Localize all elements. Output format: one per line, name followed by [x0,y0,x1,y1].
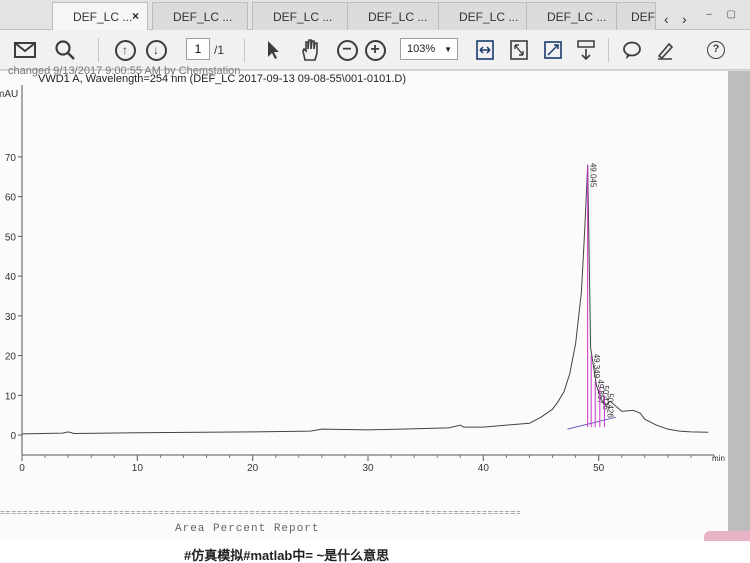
chevron-down-icon: ▼ [444,45,452,54]
tab-label: DEF_LC ... [73,10,133,24]
report-separator: ========================================… [0,508,520,517]
tab-6[interactable]: DEF_LC ... [526,2,622,30]
x-tick-label: 50 [593,463,605,474]
zoom-in-icon[interactable]: + [362,37,388,63]
x-tick-label: 10 [132,463,144,474]
page-down-icon[interactable]: ↓ [143,37,169,63]
axis-ticks: 0 10 20 30 40 50 60 70 0 10 20 30 40 50 [5,153,715,474]
tab-label: DEF_LC ... [368,10,428,24]
mail-icon[interactable] [12,37,38,63]
document-page: changed 9/13/2017 9:00:55 AM by Chemstat… [0,65,728,541]
tab-label: DEF [631,10,655,24]
chromatogram-plot: mAUmin 0102030405060700 10 20 30 40 50 49.045… [0,85,725,474]
tab-3[interactable]: DEF_LC ... [252,2,348,30]
tab-7[interactable]: DEF [616,2,656,30]
integration-baseline [567,416,617,430]
tab-5[interactable]: DEF_LC ... [438,2,534,30]
separator [98,38,99,62]
y-tick-label: 70 [5,153,17,164]
fit-width-icon[interactable] [474,37,496,63]
peak-labels: 49.04549.34949.86750.42650.426 [567,163,617,430]
toolbar: ↑ ↓ 1 /1 − + 103% ▼ ‹ › ? [0,11,750,70]
tab-active[interactable]: DEF_LC ... × [52,2,148,30]
tab-bar: DEF_LC ... × DEF_LC ... DEF_LC ... DEF_L… [0,0,750,30]
y-axis-label: mAU [0,89,18,100]
separator [608,38,609,62]
y-tick-label: 10 [5,391,17,402]
tab-4[interactable]: DEF_LC ... [347,2,443,30]
tab-scroll-left-icon[interactable]: ‹ [664,11,669,27]
y-tick-label: 20 [5,352,17,363]
peak-label: 49.349 [592,354,601,379]
peak-label: 50.426 [605,393,614,418]
x-tick-label: 0 [19,463,25,474]
y-tick-label: 60 [5,193,17,204]
help-icon[interactable]: ? [705,37,727,63]
page-up-icon[interactable]: ↑ [112,37,138,63]
x-tick-label: 20 [247,463,259,474]
y-tick-label: 50 [5,232,17,243]
y-tick-label: 0 [10,431,16,442]
comment-icon[interactable] [620,37,644,63]
window-controls-icon[interactable]: – ▢ [706,9,742,20]
x-tick-label: 40 [478,463,490,474]
page-shadow [728,71,750,541]
report-title: Area Percent Report [175,523,320,535]
page-total: /1 [214,43,225,57]
close-icon[interactable]: × [132,9,139,23]
tab-label: DEF_LC ... [273,10,333,24]
select-cursor-icon[interactable] [262,37,284,63]
zoom-select[interactable]: 103% ▼ [400,38,458,60]
zoom-out-icon[interactable]: − [334,37,360,63]
tab-scroll-right-icon[interactable]: › [682,11,687,27]
fit-page-icon[interactable] [508,37,530,63]
y-tick-label: 30 [5,312,17,323]
peak-label: 49.045 [589,163,598,188]
caption-text: #仿真模拟#matlab中= ~是什么意思 [0,541,750,563]
tab-2[interactable]: DEF_LC ... [152,2,248,30]
zoom-value: 103% [407,43,436,55]
x-tick-label: 30 [362,463,374,474]
tab-label: DEF_LC ... [547,10,607,24]
page-number-input[interactable]: 1 [186,38,210,60]
y-tick-label: 40 [5,272,17,283]
pen-icon[interactable] [653,37,677,63]
scroll-mode-icon[interactable] [574,37,598,63]
full-screen-icon[interactable] [542,37,564,63]
tab-label: DEF_LC ... [173,10,233,24]
search-icon[interactable] [52,37,78,63]
hand-tool-icon[interactable] [297,37,323,63]
separator [244,38,245,62]
tab-label: DEF_LC ... [459,10,519,24]
